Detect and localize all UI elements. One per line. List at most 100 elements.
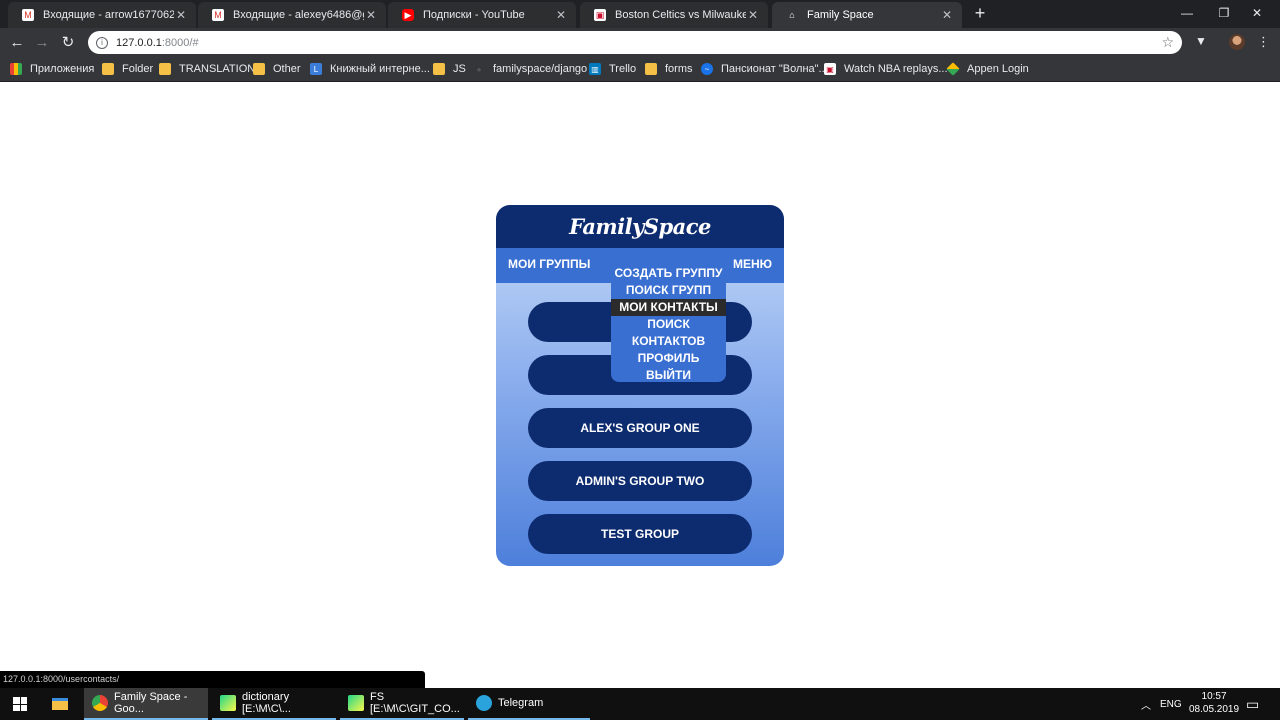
bookmarks-bar: Приложения Folder TRANSLATION Other L Кн… [0, 56, 1280, 82]
menu-item-my-contacts[interactable]: МОИ КОНТАКТЫ [611, 299, 726, 316]
file-explorer-icon[interactable] [44, 688, 76, 720]
gmail-icon: M [212, 9, 224, 21]
close-icon[interactable]: ✕ [174, 8, 188, 22]
menu-toggle[interactable]: МЕНЮ [733, 257, 772, 271]
bookmark-js[interactable]: JS [433, 61, 466, 77]
gmail-icon: M [22, 9, 34, 21]
bookmark-label: Folder [122, 63, 154, 75]
clock[interactable]: 10:57 08.05.2019 [1189, 690, 1239, 716]
link-status-bubble: 127.0.0.1:8000/usercontacts/ [0, 671, 425, 688]
forward-icon[interactable]: → [32, 32, 52, 52]
pycharm-icon [220, 695, 236, 711]
taskbar-chrome[interactable]: Family Space - Goo... [84, 688, 208, 720]
menu-item-logout[interactable]: ВЫЙТИ [611, 367, 726, 384]
tab-gmail-1[interactable]: M Входящие - arrow1677062alexey ✕ [8, 2, 196, 28]
clock-time: 10:57 [1201, 691, 1227, 702]
tray-chevron-icon[interactable]: ︿ [1141, 688, 1151, 720]
tab-family-space[interactable]: ⌂ Family Space ✕ [772, 2, 962, 28]
trello-icon: ▥ [589, 63, 601, 75]
notification-icon[interactable]: ▭ [1246, 688, 1259, 720]
address-bar[interactable]: i 127.0.0.1:8000/# ☆ [88, 31, 1182, 54]
input-language[interactable]: ENG [1160, 688, 1182, 720]
bookmark-folder[interactable]: Folder [102, 61, 153, 77]
bookmark-volna[interactable]: ~ Пансионат "Волна"... [701, 61, 828, 77]
menu-item-search-groups[interactable]: ПОИСК ГРУПП [611, 282, 726, 299]
taskbar-pycharm-dictionary[interactable]: dictionary [E:\M\C\... [212, 688, 336, 720]
bookmark-appen[interactable]: Appen Login [946, 61, 1029, 77]
tab-nba[interactable]: ▣ Boston Celtics vs Milwaukee Buc ✕ [580, 2, 768, 28]
new-tab-button[interactable]: + [970, 4, 990, 24]
taskbar-app-label: FS [E:\M\C\GIT_CO... [370, 691, 460, 715]
minimize-icon[interactable]: — [1170, 0, 1204, 26]
bookmark-label: Other [273, 63, 301, 75]
bookmark-star-icon[interactable]: ☆ [1161, 34, 1174, 51]
pycharm-icon [348, 695, 364, 711]
group-button[interactable]: ADMIN'S GROUP TWO [528, 461, 752, 501]
bookmark-label: TRANSLATION [179, 63, 256, 75]
taskbar-app-label: Family Space - Goo... [114, 691, 188, 715]
folder-icon [433, 63, 445, 75]
vpn-extension-icon[interactable]: ▼ [1195, 34, 1207, 48]
bookmark-translation[interactable]: TRANSLATION [159, 61, 255, 77]
profile-avatar[interactable] [1229, 34, 1245, 50]
folder-icon [102, 63, 114, 75]
menu-item-search-contacts[interactable]: ПОИСК [611, 316, 726, 333]
close-icon[interactable]: ✕ [746, 8, 760, 22]
close-icon[interactable]: ✕ [364, 8, 378, 22]
app-card: FamilySpace МОИ ГРУППЫ МЕНЮ WAR AR ALEX'… [496, 205, 784, 566]
bookmark-label: Книжный интерне... [330, 63, 430, 75]
menu-dots-icon[interactable]: ⋮ [1257, 34, 1270, 50]
tab-strip: M Входящие - arrow1677062alexey ✕ M Вход… [0, 0, 1280, 28]
tab-title: Входящие - arrow1677062alexey [43, 9, 174, 21]
reload-icon[interactable]: ↻ [58, 32, 78, 52]
bookmark-github[interactable]: ● familyspace/django [473, 61, 587, 77]
taskbar-telegram[interactable]: Telegram [468, 688, 590, 720]
menu-item-create-group[interactable]: СОЗДАТЬ ГРУППУ [611, 265, 726, 282]
url-text: 127.0.0.1:8000/# [116, 37, 199, 49]
close-icon[interactable]: ✕ [940, 8, 954, 22]
bookmark-label: Пансионат "Волна"... [721, 63, 828, 75]
menu-item-profile[interactable]: ПРОФИЛЬ [611, 350, 726, 367]
bookmark-label: JS [453, 63, 466, 75]
bookmark-label: Trello [609, 63, 637, 75]
tab-title: Boston Celtics vs Milwaukee Buc [615, 9, 746, 21]
youtube-icon: ▶ [402, 9, 414, 21]
bookmark-label: forms [665, 63, 693, 75]
apps-grid-icon [10, 63, 22, 75]
close-window-icon[interactable]: ✕ [1240, 0, 1274, 26]
start-button[interactable] [0, 688, 40, 720]
group-button[interactable]: ALEX'S GROUP ONE [528, 408, 752, 448]
folder-icon [159, 63, 171, 75]
back-icon[interactable]: ← [7, 32, 27, 52]
bookmark-label: Watch NBA replays... [844, 63, 948, 75]
restore-icon[interactable]: ❐ [1207, 0, 1241, 26]
bookmark-trello[interactable]: ▥ Trello [589, 61, 636, 77]
brand-logo[interactable]: FamilySpace [496, 205, 784, 248]
tab-title: Подписки - YouTube [423, 9, 525, 21]
info-icon[interactable]: i [96, 36, 108, 49]
bookmark-label: Приложения [30, 63, 95, 75]
menu-dropdown: СОЗДАТЬ ГРУППУ ПОИСК ГРУПП МОИ КОНТАКТЫ … [611, 263, 726, 382]
telegram-icon [476, 695, 492, 711]
browser-toolbar: ← → ↻ i 127.0.0.1:8000/# ☆ ▼ ⋮ [0, 28, 1280, 56]
menu-item-search-contacts-line2[interactable]: КОНТАКТОВ [611, 333, 726, 350]
page-icon: ⌂ [789, 10, 795, 20]
bookmark-nba-replays[interactable]: ▣ Watch NBA replays... [824, 61, 948, 77]
close-icon[interactable]: ✕ [554, 8, 568, 22]
group-button[interactable]: TEST GROUP [528, 514, 752, 554]
taskbar-pycharm-fs[interactable]: FS [E:\M\C\GIT_CO... [340, 688, 464, 720]
bookmark-labirint[interactable]: L Книжный интерне... [310, 61, 430, 77]
url-path: :8000/# [161, 36, 199, 49]
chrome-icon [92, 695, 108, 711]
windows-logo-icon [13, 697, 27, 711]
taskbar-app-label: dictionary [E:\M\C\... [242, 691, 291, 715]
bookmark-other[interactable]: Other [253, 61, 301, 77]
my-groups-link[interactable]: МОИ ГРУППЫ [508, 257, 590, 271]
tab-youtube[interactable]: ▶ Подписки - YouTube ✕ [388, 2, 576, 28]
tab-gmail-2[interactable]: M Входящие - alexey6486@gmail.c ✕ [198, 2, 386, 28]
clock-date: 08.05.2019 [1189, 704, 1240, 715]
folder-icon [645, 63, 657, 75]
bookmark-forms[interactable]: forms [645, 61, 693, 77]
bookmark-apps[interactable]: Приложения [10, 61, 94, 77]
bookmark-label: Appen Login [967, 63, 1029, 75]
